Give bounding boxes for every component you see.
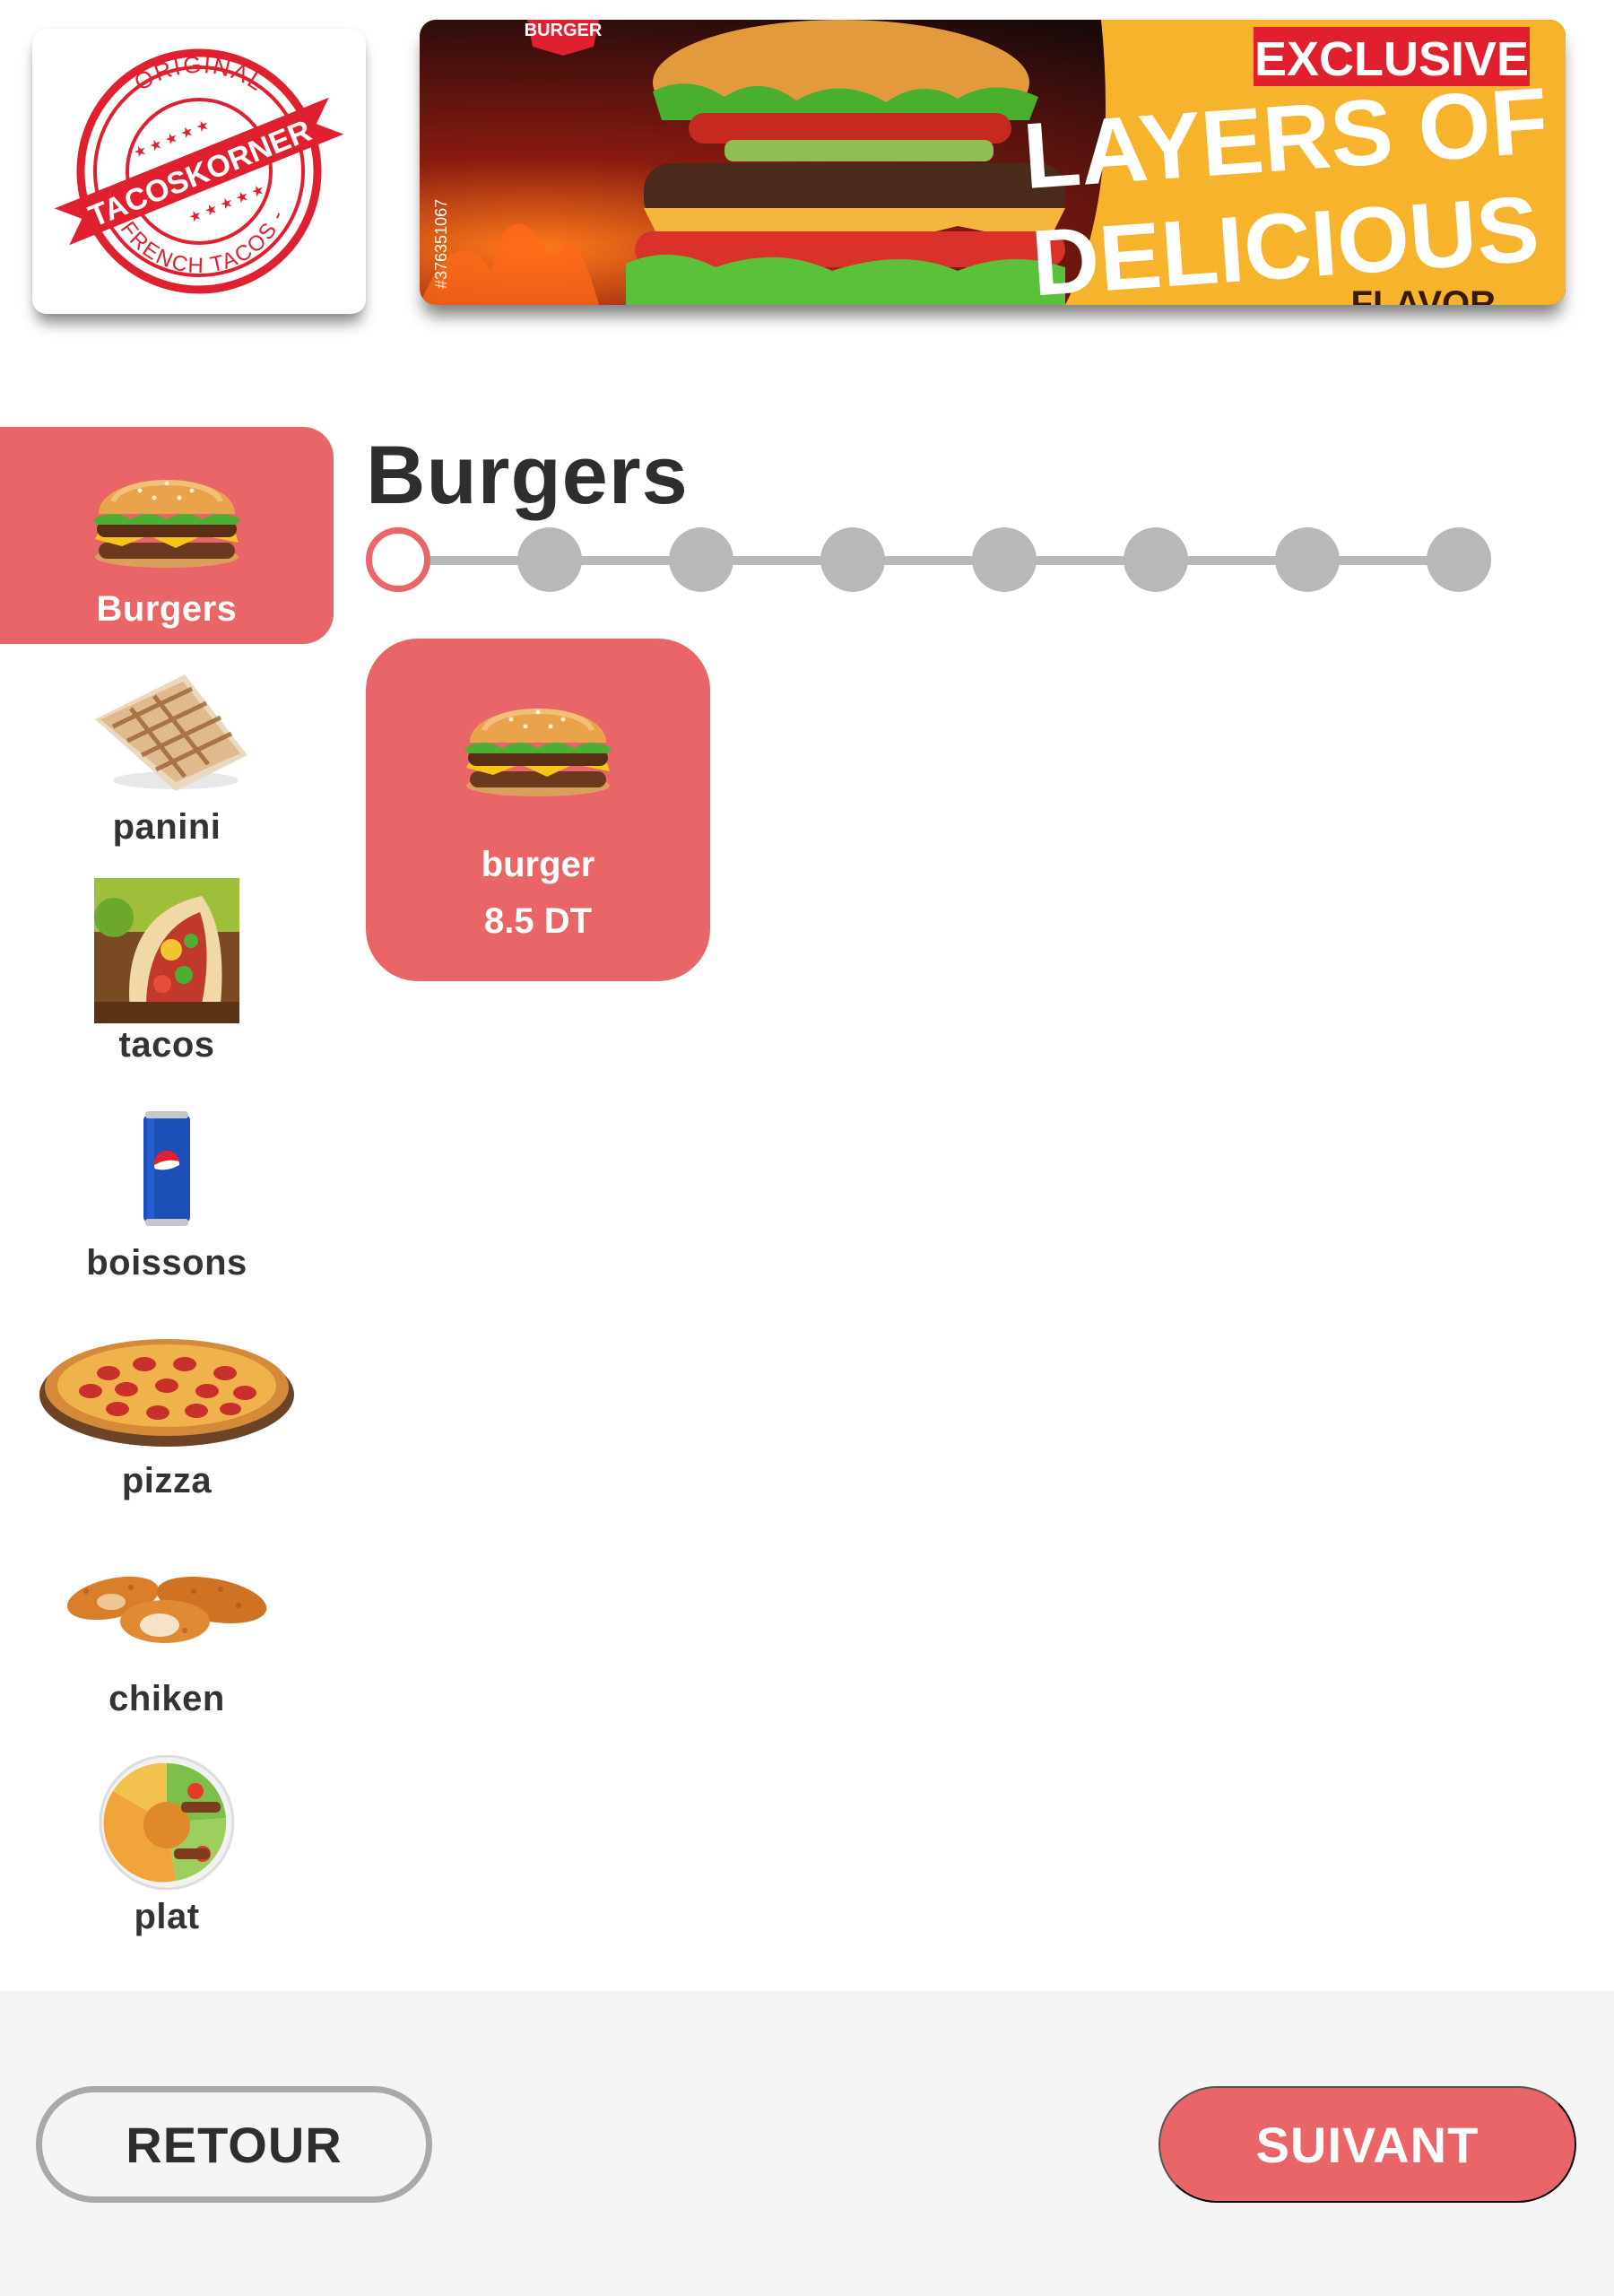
chicken-icon xyxy=(59,1537,274,1672)
next-button[interactable]: SUIVANT xyxy=(1158,2086,1576,2203)
promo-banner[interactable]: BURGER EXCLUSIVE LAYERS OF DELICIOUS FLA… xyxy=(420,20,1566,305)
step-2 xyxy=(517,527,582,592)
burger-icon xyxy=(457,685,619,802)
sidebar-item-boissons[interactable]: boissons xyxy=(0,1080,334,1298)
sidebar-item-label: tacos xyxy=(118,1025,215,1065)
sidebar-item-chiken[interactable]: chiken xyxy=(0,1516,334,1734)
step-4 xyxy=(820,527,885,592)
tacoskorner-stamp-logo: - ORIGINAL - - FRENCH TACOS - TACOSKORNE… xyxy=(54,48,344,294)
sidebar-item-tacos[interactable]: tacos xyxy=(0,862,334,1080)
page-title: Burgers xyxy=(366,430,689,521)
burger-icon xyxy=(77,448,256,582)
footer-bar: RETOUR SUIVANT xyxy=(0,1991,1614,2296)
sidebar-item-pizza[interactable]: pizza xyxy=(0,1298,334,1516)
step-7 xyxy=(1275,527,1340,592)
svg-text:#376351067: #376351067 xyxy=(432,199,450,289)
sidebar-item-label: panini xyxy=(112,807,221,847)
sidebar-item-label: boissons xyxy=(86,1243,247,1283)
sidebar-item-burgers[interactable]: Burgers xyxy=(0,427,334,644)
sidebar-item-label: chiken xyxy=(108,1679,225,1718)
step-6 xyxy=(1124,527,1188,592)
product-price: 8.5 DT xyxy=(483,901,593,941)
sidebar-item-panini[interactable]: panini xyxy=(0,644,334,862)
back-button[interactable]: RETOUR xyxy=(36,2086,432,2203)
sidebar-item-label: plat xyxy=(134,1897,200,1936)
panini-icon xyxy=(77,665,256,800)
sidebar-item-plat[interactable]: plat xyxy=(0,1734,334,1952)
sidebar-item-label: pizza xyxy=(121,1461,213,1500)
plate-icon xyxy=(77,1755,256,1890)
step-3 xyxy=(669,527,733,592)
category-sidebar: Burgers panini tacos boissons pizza chik… xyxy=(0,427,334,1952)
step-5 xyxy=(972,527,1037,592)
sidebar-item-label: Burgers xyxy=(96,589,238,629)
pizza-icon xyxy=(32,1319,301,1454)
product-name: burger xyxy=(481,845,595,884)
svg-text:BURGER: BURGER xyxy=(525,21,603,40)
progress-stepper xyxy=(366,524,1496,596)
product-card-burger[interactable]: burger 8.5 DT xyxy=(366,639,710,981)
step-8 xyxy=(1427,527,1491,592)
soda-can-icon xyxy=(77,1101,256,1236)
brand-logo: - ORIGINAL - - FRENCH TACOS - TACOSKORNE… xyxy=(32,29,366,314)
svg-text:FLAVOR: FLAVOR xyxy=(1351,284,1497,305)
step-1 xyxy=(366,527,430,592)
tacos-icon xyxy=(77,878,256,1023)
